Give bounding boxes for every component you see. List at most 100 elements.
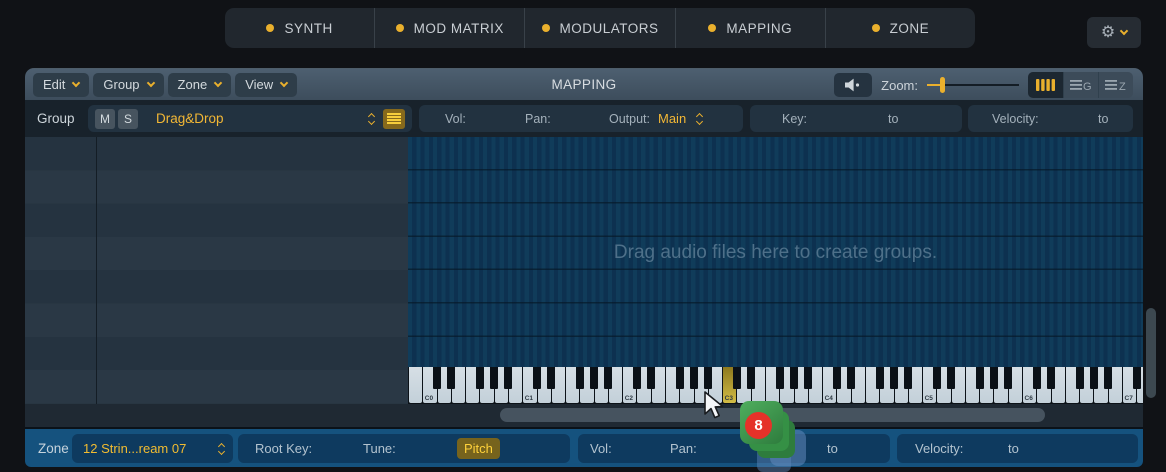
black-key-G#4[interactable] [890, 367, 899, 389]
chevron-down-icon [279, 78, 289, 88]
black-key-A#5[interactable] [1004, 367, 1013, 389]
octave-label: C0 [424, 395, 434, 402]
gear-icon: ⚙ [1100, 23, 1116, 41]
group-name-selector[interactable]: Drag&Drop [156, 105, 224, 132]
black-key-C#3[interactable] [732, 367, 741, 389]
chevron-down-icon [72, 78, 81, 88]
chevron-down-icon [213, 78, 223, 88]
group-name-stepper[interactable] [367, 105, 376, 132]
tab-active-dot [708, 24, 717, 32]
black-key-G#2[interactable] [690, 367, 699, 389]
black-key-C#0[interactable] [433, 367, 442, 389]
black-key-D#6[interactable] [1047, 367, 1056, 389]
group-key-range-panel: Key: to [750, 105, 962, 132]
zone-parameter-row: Zone 12 Strin...ream 07 Root Key: Tune: … [25, 427, 1143, 467]
zone-pitch-button[interactable]: Pitch [457, 438, 500, 459]
zoom-slider-thumb[interactable] [940, 77, 945, 93]
black-key-F#2[interactable] [675, 367, 684, 389]
mouse-cursor-icon [704, 391, 724, 419]
black-key-F#5[interactable] [975, 367, 984, 389]
menu-label: View [245, 77, 274, 92]
mapping-editor-window: Edit Group Zone View MAPPING Zoom: G Z G… [25, 68, 1143, 467]
zone-vol-field[interactable]: Vol: [590, 434, 612, 463]
zone-root-key-field[interactable]: Root Key: [255, 434, 312, 463]
tab-label: SYNTH [284, 20, 333, 36]
black-key-A#3[interactable] [804, 367, 813, 389]
view-group-list-button[interactable]: G [1063, 72, 1098, 98]
chevron-down-icon [146, 78, 155, 88]
tab-mod-matrix[interactable]: MOD MATRIX [374, 8, 524, 48]
group-velocity-to: to [1098, 111, 1109, 126]
audition-button[interactable] [834, 73, 873, 97]
zone-name-stepper[interactable] [217, 434, 226, 463]
black-key-D#3[interactable] [747, 367, 756, 389]
zone-velocity-label: Velocity: [915, 441, 964, 456]
group-output-stepper[interactable] [695, 105, 704, 132]
view-menu[interactable]: View [235, 72, 298, 97]
zone-row-label: Zone [38, 440, 69, 456]
mute-solo-buttons: M S [95, 105, 138, 132]
group-velocity-label: Velocity: [992, 111, 1039, 126]
group-menu[interactable]: Group [93, 72, 164, 97]
black-key-D#4[interactable] [847, 367, 856, 389]
black-key-D#5[interactable] [947, 367, 956, 389]
black-key-C#2[interactable] [633, 367, 641, 389]
black-key-D#0[interactable] [447, 367, 456, 389]
zone-pan-field[interactable]: Pan: [670, 434, 697, 463]
edit-menu[interactable]: Edit [33, 72, 90, 97]
black-key-F#1[interactable] [575, 367, 584, 389]
black-key-C#5[interactable] [932, 367, 941, 389]
group-output-panel: Vol: Pan: Output: Main [419, 105, 743, 132]
black-key-A#1[interactable] [604, 367, 613, 389]
zone-tune-field[interactable]: Tune: [363, 434, 396, 463]
black-key-G#6[interactable] [1089, 367, 1098, 389]
black-key-C#7[interactable] [1132, 367, 1141, 389]
black-key-D#1[interactable] [547, 367, 556, 389]
tab-label: MOD MATRIX [413, 20, 504, 36]
group-vol-field[interactable]: Vol: [445, 105, 466, 132]
black-key-C#4[interactable] [832, 367, 841, 389]
zone-name-selector[interactable]: 12 Strin...ream 07 [83, 434, 186, 463]
group-table[interactable] [25, 137, 408, 404]
tab-synth[interactable]: SYNTH [225, 8, 374, 48]
group-list-button[interactable] [383, 105, 405, 132]
menu-label: Group [103, 77, 140, 92]
tab-label: MAPPING [726, 20, 793, 36]
tab-label: MODULATORS [559, 20, 659, 36]
view-keyboard-button[interactable] [1028, 72, 1063, 98]
black-key-A#0[interactable] [504, 367, 513, 389]
solo-button[interactable]: S [118, 108, 138, 129]
black-key-C#1[interactable] [533, 367, 542, 389]
black-key-C#6[interactable] [1032, 367, 1041, 389]
zone-velocity-panel: Velocity: to [897, 434, 1138, 463]
black-key-F#0[interactable] [475, 367, 484, 389]
key-mapping-grid[interactable]: Drag audio files here to create groups. [408, 137, 1143, 367]
white-key-B-1[interactable] [409, 367, 423, 403]
view-zone-list-button[interactable]: Z [1098, 72, 1133, 98]
black-key-F#4[interactable] [875, 367, 884, 389]
piano-keyboard[interactable]: C0 C1 C2 C3 C4 C5 C6 C7 [408, 367, 1143, 404]
black-key-G#0[interactable] [490, 367, 499, 389]
mute-button[interactable]: M [95, 108, 115, 129]
group-pan-field[interactable]: Pan: [525, 105, 551, 132]
black-key-G#1[interactable] [590, 367, 599, 389]
zone-menu[interactable]: Zone [167, 72, 232, 97]
group-output-selector[interactable]: Main [658, 105, 686, 132]
group-name-panel: M S Drag&Drop [88, 105, 412, 132]
black-key-G#3[interactable] [790, 367, 799, 389]
zone-velocity-to: to [1008, 441, 1019, 456]
vertical-scrollbar[interactable] [1146, 308, 1156, 398]
black-key-F#6[interactable] [1075, 367, 1084, 389]
black-key-A#6[interactable] [1104, 367, 1113, 389]
black-key-A#4[interactable] [904, 367, 913, 389]
black-key-A#2[interactable] [704, 367, 713, 389]
black-key-G#5[interactable] [990, 367, 998, 389]
tab-mapping[interactable]: MAPPING [674, 8, 825, 48]
zoom-slider[interactable] [927, 77, 1019, 93]
black-key-F#3[interactable] [775, 367, 784, 389]
settings-menu-button[interactable]: ⚙ [1087, 17, 1141, 48]
tab-zone[interactable]: ZONE [824, 8, 975, 48]
tab-modulators[interactable]: MODULATORS [524, 8, 674, 48]
black-key-D#2[interactable] [647, 367, 656, 389]
tab-active-dot [871, 24, 880, 32]
